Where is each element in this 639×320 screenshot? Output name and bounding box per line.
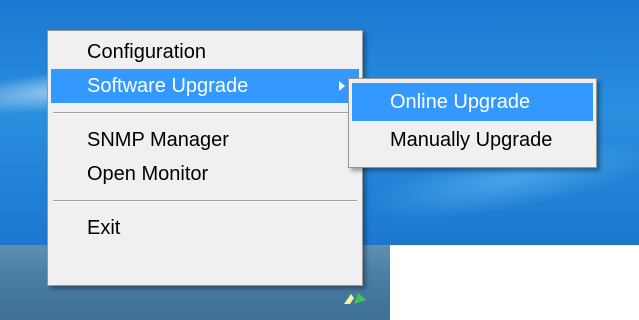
menu-item-snmp-manager[interactable]: SNMP Manager xyxy=(51,123,359,157)
submenu-item-manually-upgrade[interactable]: Manually Upgrade xyxy=(352,121,593,159)
menu-item-label: Exit xyxy=(87,217,121,239)
submenu-item-online-upgrade[interactable]: Online Upgrade xyxy=(352,83,593,121)
chevron-right-icon xyxy=(339,81,345,91)
menu-item-label: SNMP Manager xyxy=(87,129,229,151)
submenu-software-upgrade: Online Upgrade Manually Upgrade xyxy=(348,78,597,168)
menu-item-label: Open Monitor xyxy=(87,163,209,185)
menu-item-label: Software Upgrade xyxy=(87,75,249,97)
submenu-item-label: Online Upgrade xyxy=(390,91,531,113)
menu-separator xyxy=(53,112,357,114)
menu-separator xyxy=(53,200,357,202)
menu-item-open-monitor[interactable]: Open Monitor xyxy=(51,157,359,191)
menu-item-label: Configuration xyxy=(87,41,206,63)
tray-app-icon[interactable] xyxy=(342,290,368,306)
submenu-item-label: Manually Upgrade xyxy=(390,129,553,151)
menu-item-exit[interactable]: Exit xyxy=(51,211,359,245)
context-menu: Configuration Software Upgrade SNMP Mana… xyxy=(47,30,363,286)
menu-item-configuration[interactable]: Configuration xyxy=(51,35,359,69)
menu-item-software-upgrade[interactable]: Software Upgrade xyxy=(51,69,359,103)
